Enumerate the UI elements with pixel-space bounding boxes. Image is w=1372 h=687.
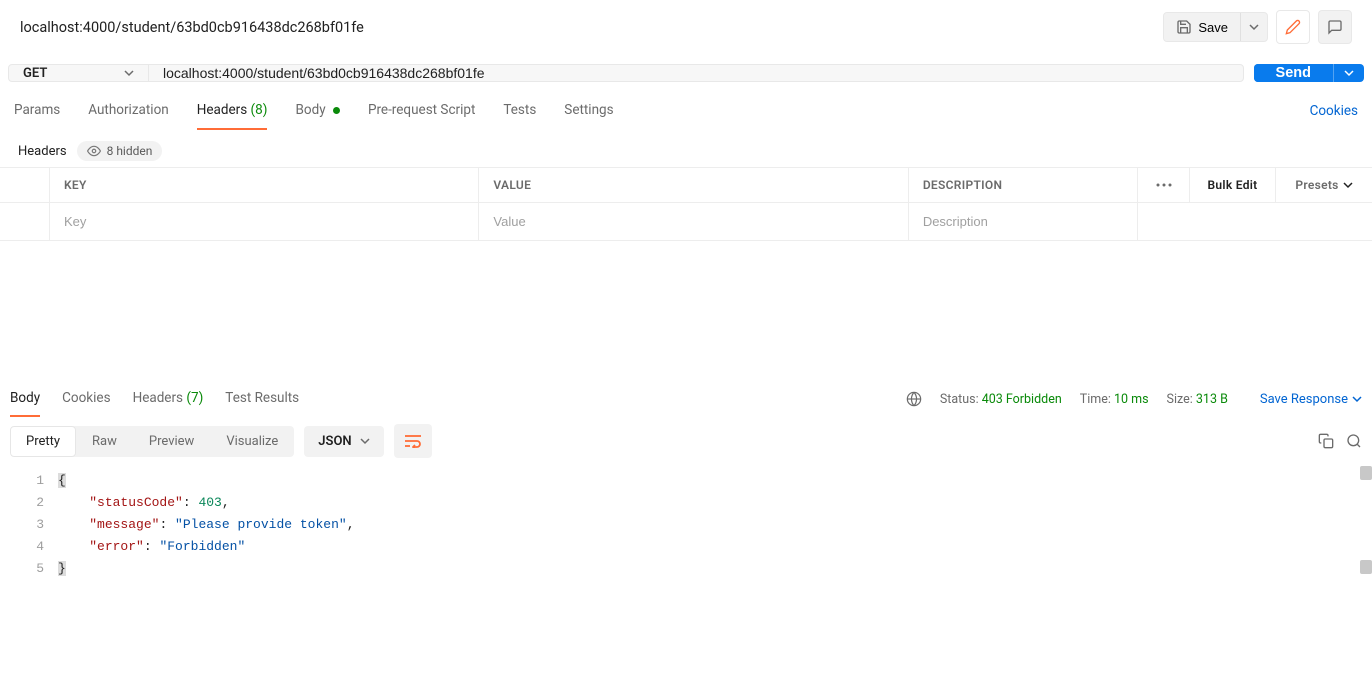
tab-headers[interactable]: Headers (8): [197, 92, 268, 130]
key-input[interactable]: [64, 214, 464, 229]
comment-button[interactable]: [1318, 10, 1352, 44]
response-body[interactable]: 12345 { "statusCode": 403, "message": "P…: [0, 466, 1372, 600]
tab-body[interactable]: Body: [295, 92, 339, 130]
view-tabs: Pretty Raw Preview Visualize: [10, 426, 294, 457]
wrap-lines-button[interactable]: [394, 424, 432, 458]
resp-tab-headers[interactable]: Headers (7): [133, 382, 204, 416]
tab-headers-label: Headers: [197, 102, 247, 118]
tab-params[interactable]: Params: [14, 92, 60, 130]
cookies-link[interactable]: Cookies: [1310, 103, 1358, 119]
bulk-edit[interactable]: Bulk Edit: [1190, 168, 1276, 202]
resp-tab-headers-count: (7): [186, 390, 203, 406]
send-button-group: Send: [1254, 64, 1364, 82]
pencil-icon: [1285, 19, 1301, 35]
save-icon: [1176, 19, 1192, 35]
hidden-headers-text: 8 hidden: [107, 144, 153, 158]
view-preview[interactable]: Preview: [133, 426, 210, 457]
tab-settings[interactable]: Settings: [564, 92, 613, 130]
save-response[interactable]: Save Response: [1260, 392, 1362, 407]
format-label: JSON: [318, 434, 351, 449]
col-value: VALUE: [479, 168, 908, 202]
send-button[interactable]: Send: [1254, 64, 1333, 82]
more-icon: [1156, 183, 1172, 187]
code-content: { "statusCode": 403, "message": "Please …: [58, 470, 1372, 580]
globe-icon[interactable]: [906, 391, 922, 407]
size-meta: Size: 313 B: [1167, 392, 1228, 407]
chevron-down-icon: [124, 68, 134, 78]
chevron-down-icon: [360, 436, 370, 446]
scrollbar-thumb[interactable]: [1360, 466, 1372, 480]
headers-label: Headers: [18, 144, 67, 159]
resp-tab-headers-label: Headers: [133, 390, 183, 406]
wrap-icon: [404, 434, 422, 448]
save-button[interactable]: Save: [1164, 13, 1240, 41]
save-label: Save: [1198, 20, 1228, 35]
view-raw[interactable]: Raw: [76, 426, 133, 457]
resp-tab-cookies[interactable]: Cookies: [62, 382, 110, 416]
tab-headers-count: (8): [251, 102, 268, 118]
description-input[interactable]: [923, 214, 1123, 229]
time-label: Time:: [1080, 392, 1111, 407]
format-select[interactable]: JSON: [304, 426, 383, 457]
scrollbar-thumb[interactable]: [1360, 560, 1372, 574]
size-label: Size:: [1167, 392, 1193, 407]
copy-button[interactable]: [1318, 433, 1334, 449]
resp-tab-body[interactable]: Body: [10, 382, 40, 416]
col-description: DESCRIPTION: [909, 168, 1138, 202]
body-indicator-dot: [333, 107, 340, 114]
tab-body-label: Body: [295, 102, 325, 118]
view-visualize[interactable]: Visualize: [210, 426, 294, 457]
chevron-down-icon: [1249, 22, 1259, 32]
chevron-down-icon: [1344, 68, 1354, 78]
send-dropdown[interactable]: [1333, 64, 1364, 82]
tab-authorization[interactable]: Authorization: [88, 92, 168, 130]
col-key: KEY: [50, 168, 479, 202]
headers-table: KEY VALUE DESCRIPTION Bulk Edit Presets: [0, 167, 1372, 241]
line-gutter: 12345: [0, 470, 58, 580]
method-url-bar: GET: [8, 64, 1244, 82]
status-label: Status:: [940, 392, 979, 407]
tab-tests[interactable]: Tests: [503, 92, 536, 130]
col-more[interactable]: [1138, 168, 1190, 202]
method-select[interactable]: GET: [9, 65, 149, 81]
save-dropdown[interactable]: [1240, 13, 1267, 41]
value-input[interactable]: [493, 214, 893, 229]
request-title: localhost:4000/student/63bd0cb916438dc26…: [20, 19, 1163, 36]
resp-tab-test-results[interactable]: Test Results: [225, 382, 299, 416]
chevron-down-icon: [1352, 394, 1362, 404]
size-value: 313 B: [1196, 392, 1228, 407]
time-value: 10 ms: [1114, 392, 1149, 407]
chevron-down-icon: [1343, 180, 1353, 190]
status-meta: Status: 403 Forbidden: [940, 392, 1062, 407]
search-button[interactable]: [1346, 433, 1362, 449]
hidden-headers-toggle[interactable]: 8 hidden: [77, 141, 163, 161]
status-value: 403 Forbidden: [982, 392, 1062, 407]
edit-button[interactable]: [1276, 10, 1310, 44]
save-button-group: Save: [1163, 12, 1268, 42]
row-checkbox[interactable]: [0, 203, 50, 240]
presets-label: Presets: [1295, 178, 1338, 192]
method-value: GET: [23, 66, 47, 81]
row-actions-space: [1138, 203, 1372, 240]
save-response-label: Save Response: [1260, 392, 1348, 407]
col-checkbox: [0, 168, 50, 202]
eye-icon: [87, 144, 101, 158]
time-meta: Time: 10 ms: [1080, 392, 1149, 407]
url-input[interactable]: [149, 65, 1243, 81]
comment-icon: [1327, 19, 1343, 35]
tab-prerequest[interactable]: Pre-request Script: [368, 92, 475, 130]
view-pretty[interactable]: Pretty: [10, 426, 76, 457]
presets-dropdown[interactable]: Presets: [1276, 168, 1372, 202]
